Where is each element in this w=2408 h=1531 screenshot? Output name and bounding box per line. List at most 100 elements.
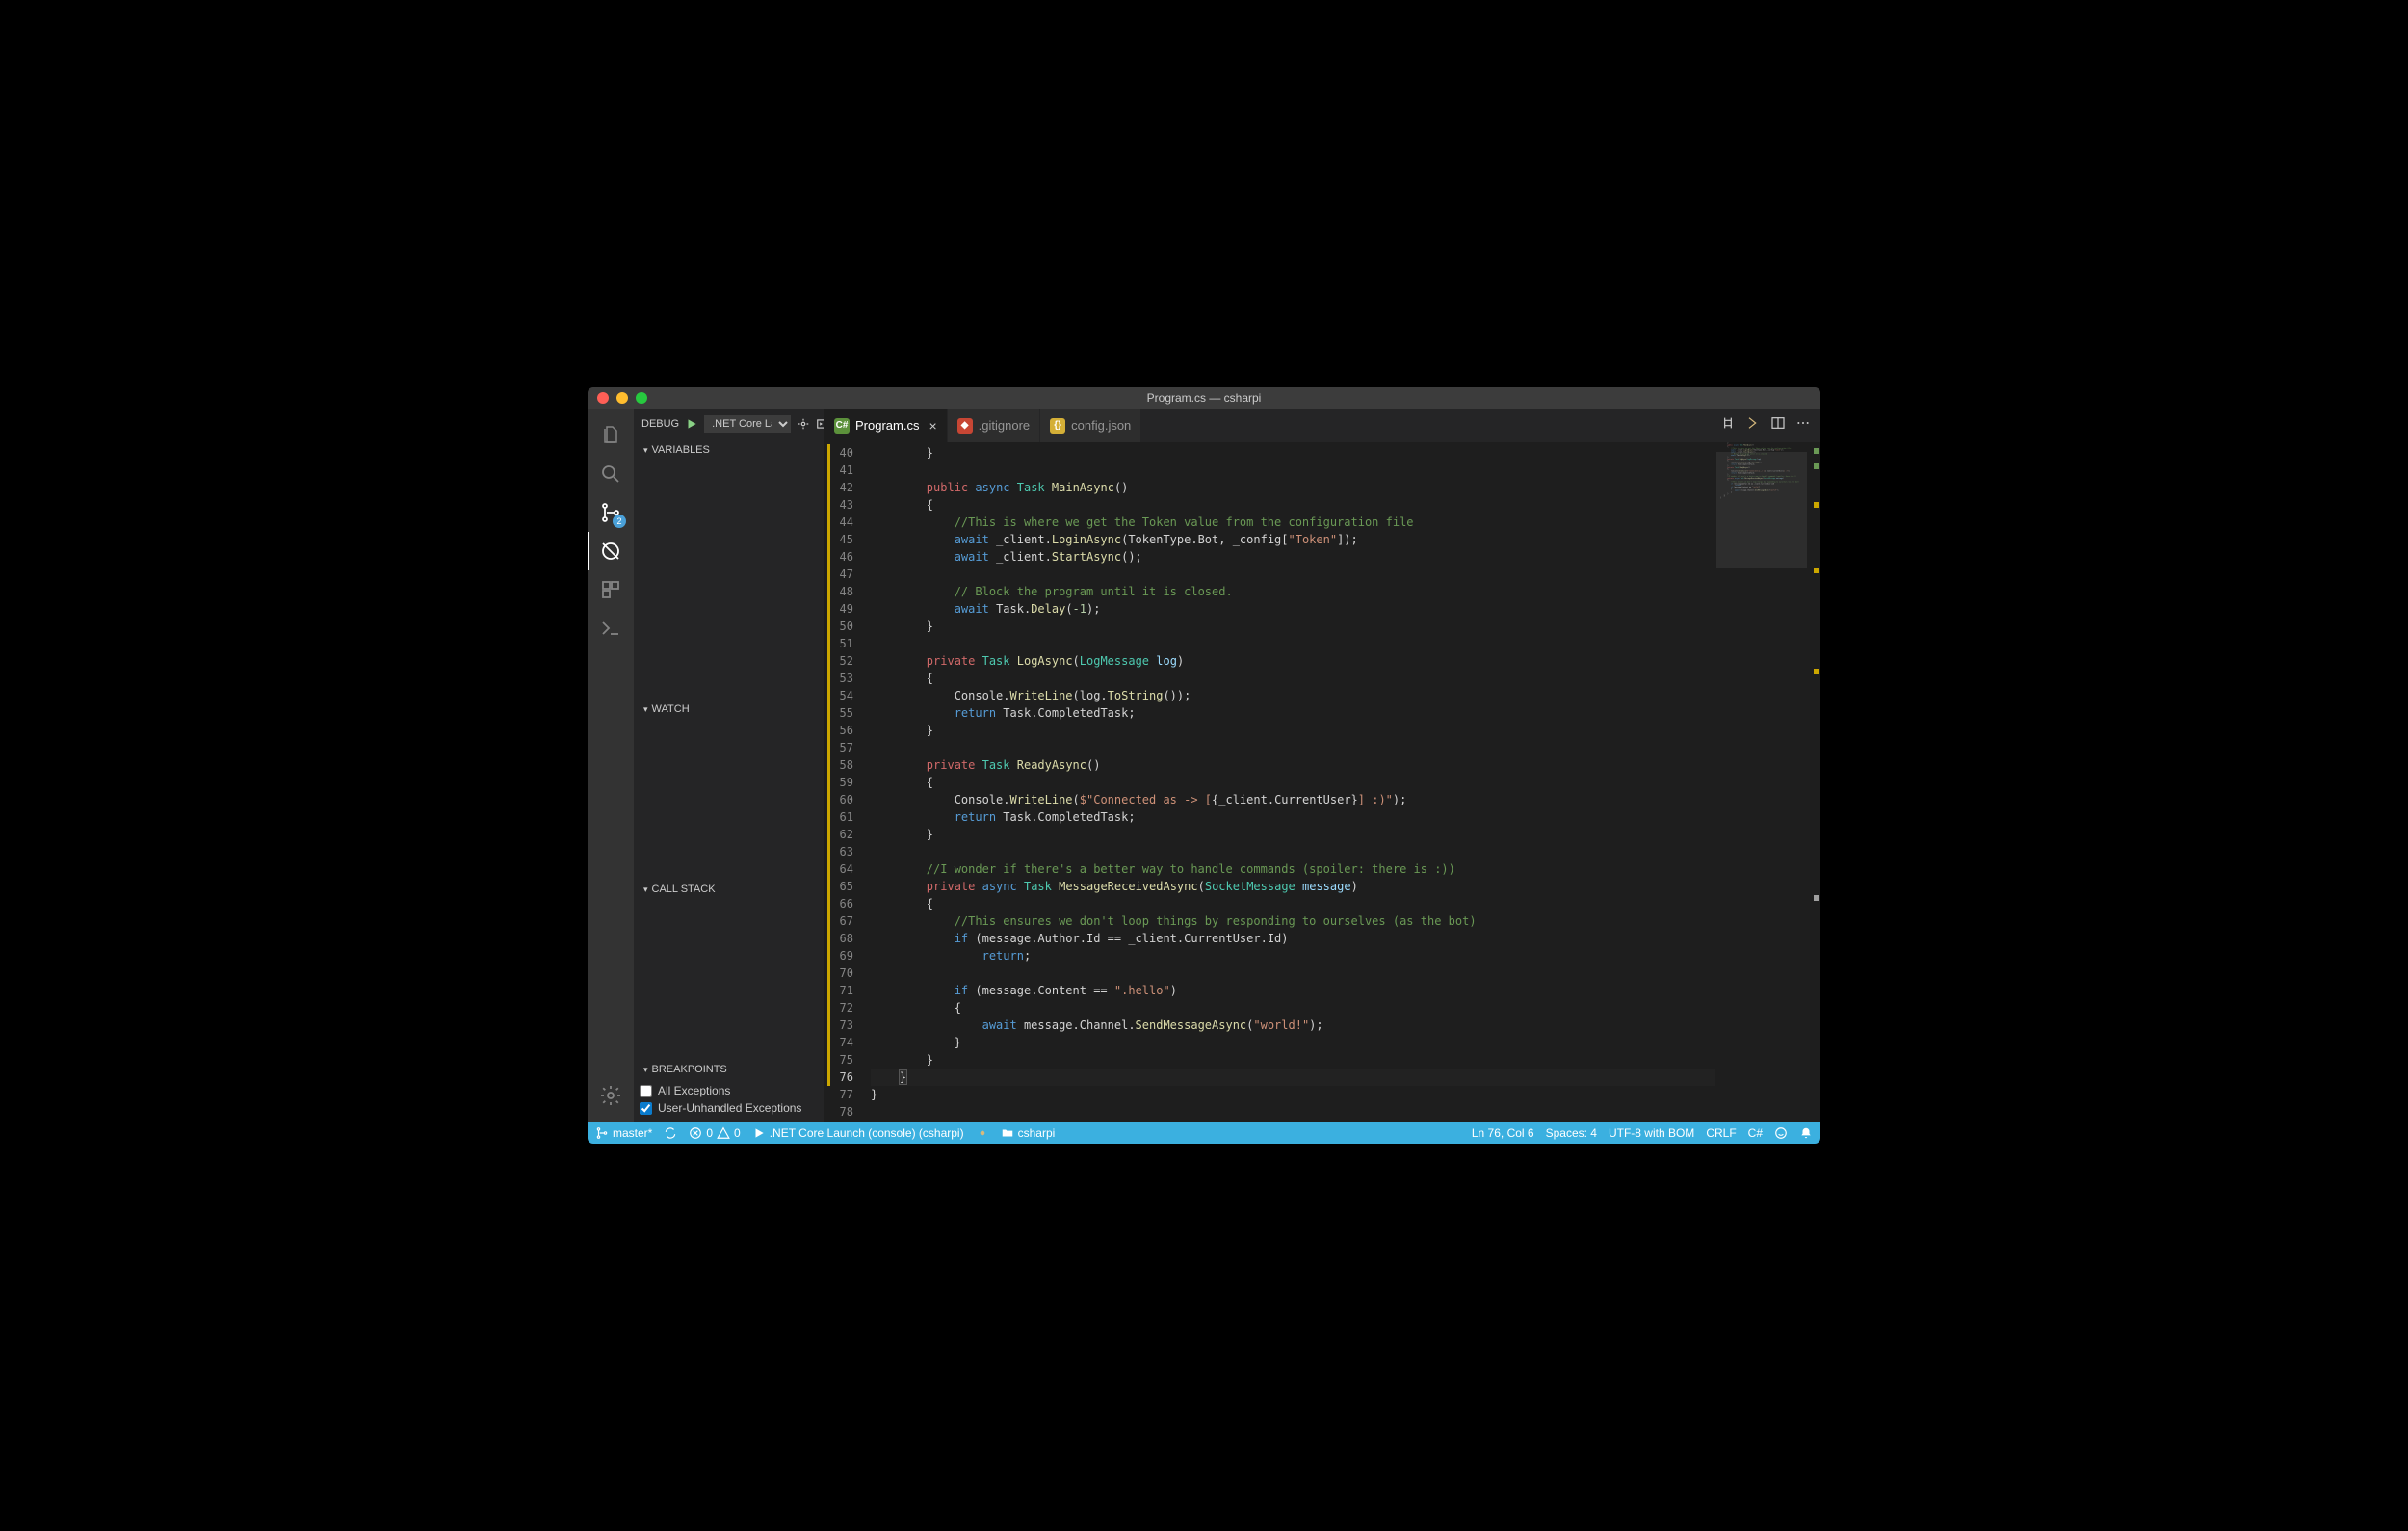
code-line[interactable]: await message.Channel.SendMessageAsync("… <box>871 1016 1715 1034</box>
code-line[interactable]: Console.WriteLine($"Connected as -> [{_c… <box>871 791 1715 808</box>
code-line[interactable]: private Task ReadyAsync() <box>871 756 1715 774</box>
breakpoints-section-header[interactable]: ▾Breakpoints <box>634 1059 824 1080</box>
debug-gear-icon[interactable] <box>797 417 810 431</box>
code-line[interactable]: { <box>871 496 1715 514</box>
code-line[interactable]: } <box>871 1069 1715 1086</box>
live-share-status[interactable] <box>976 1126 989 1140</box>
callstack-section-header[interactable]: ▾Call Stack <box>634 879 824 900</box>
code-line[interactable]: } <box>871 444 1715 462</box>
watch-section-header[interactable]: ▾Watch <box>634 699 824 720</box>
code-line[interactable]: // Block the program until it is closed. <box>871 583 1715 600</box>
code-line[interactable] <box>871 566 1715 583</box>
compare-changes-icon[interactable] <box>1720 415 1736 436</box>
launch-config-status[interactable]: .NET Core Launch (console) (csharpi) <box>752 1126 964 1140</box>
code-line[interactable]: private async Task MessageReceivedAsync(… <box>871 878 1715 895</box>
overview-ruler[interactable] <box>1807 442 1820 1122</box>
files-icon[interactable] <box>588 416 634 455</box>
notifications-icon[interactable] <box>1799 1126 1813 1140</box>
settings-gear-icon[interactable] <box>588 1076 634 1115</box>
watch-panel <box>634 720 824 879</box>
debug-config-select[interactable]: .NET Core Laun… <box>704 415 791 433</box>
breakpoints-panel: All Exceptions User-Unhandled Exceptions <box>634 1080 824 1122</box>
code-line[interactable]: //This is where we get the Token value f… <box>871 514 1715 531</box>
code-line[interactable]: { <box>871 999 1715 1016</box>
code-line[interactable]: await Task.Delay(-1); <box>871 600 1715 618</box>
code-line[interactable]: //I wonder if there's a better way to ha… <box>871 860 1715 878</box>
maximize-window-button[interactable] <box>636 392 647 404</box>
code-line[interactable] <box>871 843 1715 860</box>
minimize-window-button[interactable] <box>616 392 628 404</box>
code-content[interactable]: } public async Task MainAsync() { //This… <box>871 442 1715 1122</box>
user-unhandled-checkbox[interactable] <box>640 1102 652 1115</box>
window-title: Program.cs — csharpi <box>588 391 1820 405</box>
start-debug-button[interactable] <box>685 417 698 431</box>
vscode-window: Program.cs — csharpi 2 <box>588 387 1820 1144</box>
feedback-icon[interactable] <box>1774 1126 1788 1140</box>
debug-icon[interactable] <box>588 532 634 570</box>
minimap[interactable]: } public async Task MainAsync() { //This… <box>1715 442 1807 1122</box>
code-line[interactable]: return Task.CompletedTask; <box>871 808 1715 826</box>
code-line[interactable]: } <box>871 722 1715 739</box>
extensions-icon[interactable] <box>588 570 634 609</box>
activity-bar: 2 <box>588 409 634 1122</box>
language-status[interactable]: C# <box>1748 1126 1763 1140</box>
open-changes-icon[interactable] <box>1745 415 1761 436</box>
code-line[interactable]: return Task.CompletedTask; <box>871 704 1715 722</box>
indentation-status[interactable]: Spaces: 4 <box>1546 1126 1597 1140</box>
all-exceptions-checkbox[interactable] <box>640 1085 652 1097</box>
debug-sidebar: DEBUG .NET Core Laun… ▾Variables <box>634 409 824 1122</box>
tab-config-json[interactable]: {}config.json <box>1040 409 1141 442</box>
code-line[interactable]: { <box>871 670 1715 687</box>
code-line[interactable] <box>871 1103 1715 1121</box>
code-line[interactable]: if (message.Content == ".hello") <box>871 982 1715 999</box>
variables-section-header[interactable]: ▾Variables <box>634 439 824 461</box>
code-line[interactable] <box>871 635 1715 652</box>
scm-icon[interactable]: 2 <box>588 493 634 532</box>
code-line[interactable] <box>871 964 1715 982</box>
tab-label: .gitignore <box>979 418 1030 433</box>
line-number-gutter: 4041424344454647484950515253545556575859… <box>824 442 871 1122</box>
breakpoint-all-exceptions[interactable]: All Exceptions <box>640 1082 819 1099</box>
tab-label: Program.cs <box>855 418 919 433</box>
editor-actions <box>1720 409 1820 442</box>
tab-label: config.json <box>1071 418 1131 433</box>
eol-status[interactable]: CRLF <box>1706 1126 1736 1140</box>
code-line[interactable]: } <box>871 1086 1715 1103</box>
minimap-slider[interactable] <box>1716 452 1807 568</box>
code-line[interactable]: } <box>871 826 1715 843</box>
sync-status[interactable] <box>664 1126 677 1140</box>
debug-label: DEBUG <box>641 418 679 430</box>
close-tab-icon[interactable]: × <box>929 418 936 434</box>
code-line[interactable]: public async Task MainAsync() <box>871 479 1715 496</box>
folder-status[interactable]: csharpi <box>1001 1126 1056 1140</box>
code-line[interactable]: private Task LogAsync(LogMessage log) <box>871 652 1715 670</box>
search-icon[interactable] <box>588 455 634 493</box>
code-line[interactable]: } <box>871 1034 1715 1051</box>
encoding-status[interactable]: UTF-8 with BOM <box>1609 1126 1694 1140</box>
close-window-button[interactable] <box>597 392 609 404</box>
code-editor[interactable]: 4041424344454647484950515253545556575859… <box>824 442 1820 1122</box>
code-line[interactable]: } <box>871 1051 1715 1069</box>
code-line[interactable]: } <box>871 618 1715 635</box>
code-line[interactable]: await _client.LoginAsync(TokenType.Bot, … <box>871 531 1715 548</box>
cursor-position-status[interactable]: Ln 76, Col 6 <box>1472 1126 1534 1140</box>
status-bar: master* 0 0 .NET Core Launch (console) (… <box>588 1122 1820 1144</box>
split-editor-icon[interactable] <box>1770 415 1786 436</box>
editor-group: C#Program.cs×◆.gitignore{}config.json 40… <box>824 409 1820 1122</box>
code-line[interactable]: //This ensures we don't loop things by r… <box>871 912 1715 930</box>
code-line[interactable] <box>871 739 1715 756</box>
code-line[interactable]: { <box>871 895 1715 912</box>
code-line[interactable]: Console.WriteLine(log.ToString()); <box>871 687 1715 704</box>
tab-program-cs[interactable]: C#Program.cs× <box>824 409 948 442</box>
more-actions-icon[interactable] <box>1795 415 1811 436</box>
code-line[interactable]: if (message.Author.Id == _client.Current… <box>871 930 1715 947</box>
code-line[interactable]: await _client.StartAsync(); <box>871 548 1715 566</box>
code-line[interactable]: return; <box>871 947 1715 964</box>
branch-status[interactable]: master* <box>595 1126 652 1140</box>
code-line[interactable] <box>871 462 1715 479</box>
problems-status[interactable]: 0 0 <box>689 1126 740 1140</box>
breakpoint-user-unhandled[interactable]: User-Unhandled Exceptions <box>640 1099 819 1117</box>
powershell-icon[interactable] <box>588 609 634 647</box>
code-line[interactable]: { <box>871 774 1715 791</box>
tab--gitignore[interactable]: ◆.gitignore <box>948 409 1040 442</box>
